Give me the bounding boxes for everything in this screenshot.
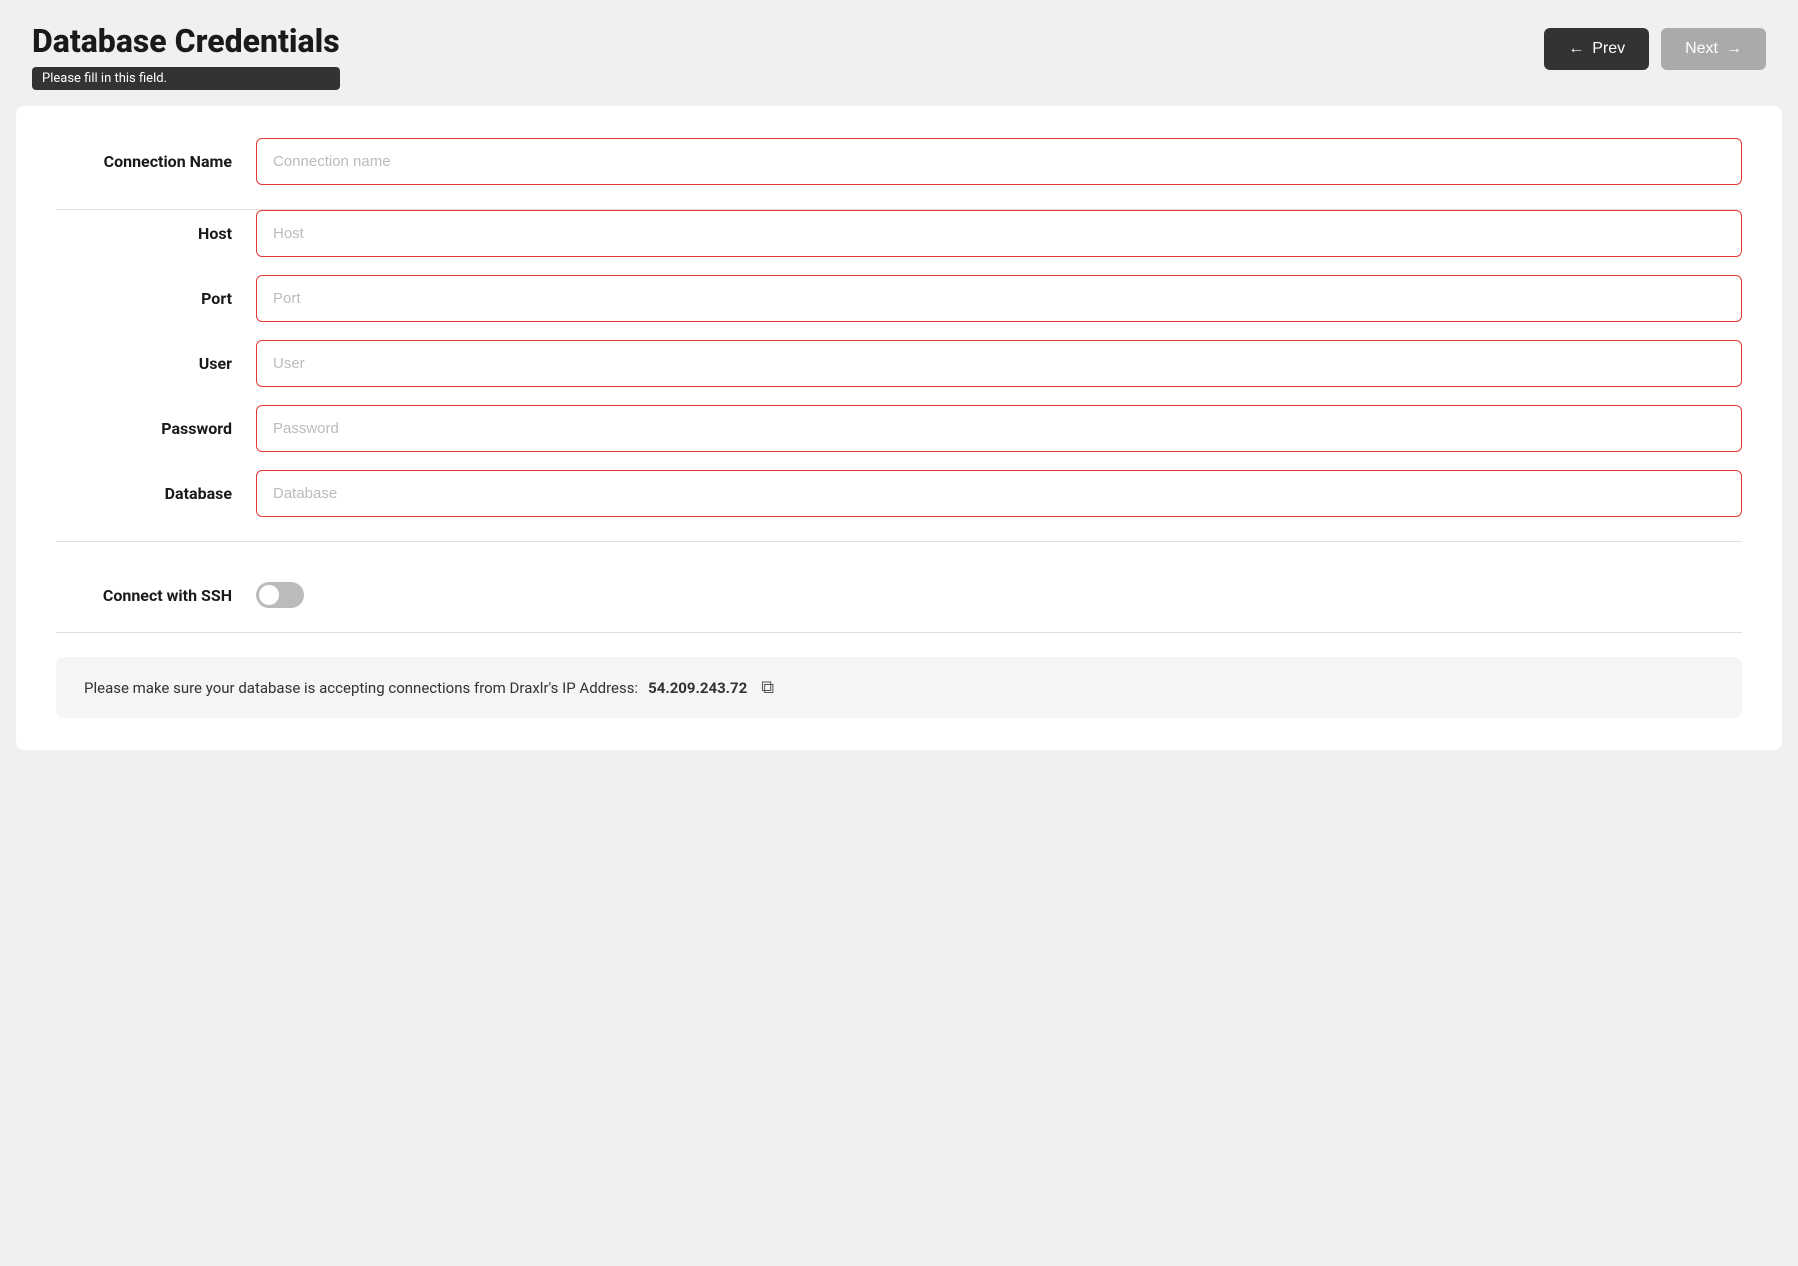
database-label: Database xyxy=(56,484,256,503)
user-row: User xyxy=(56,340,1742,387)
page-wrapper: Database Credentials Please fill in this… xyxy=(0,0,1798,1266)
user-label: User xyxy=(56,354,256,373)
ssh-toggle[interactable] xyxy=(256,582,304,608)
ip-address: 54.209.243.72 xyxy=(648,679,747,697)
port-input[interactable] xyxy=(256,275,1742,322)
toggle-slider xyxy=(256,582,304,608)
prev-button[interactable]: ← Prev xyxy=(1544,28,1649,70)
next-arrow-icon: → xyxy=(1726,40,1742,58)
password-row: Password xyxy=(56,405,1742,452)
port-row: Port xyxy=(56,275,1742,322)
header: Database Credentials Please fill in this… xyxy=(0,0,1798,106)
password-input[interactable] xyxy=(256,405,1742,452)
host-input[interactable] xyxy=(256,210,1742,257)
user-input[interactable] xyxy=(256,340,1742,387)
ssh-label: Connect with SSH xyxy=(56,586,256,605)
validation-tooltip: Please fill in this field. xyxy=(32,67,340,90)
connection-name-label: Connection Name xyxy=(56,152,256,171)
connection-name-section: Connection Name xyxy=(56,138,1742,210)
host-row: Host xyxy=(56,210,1742,257)
copy-icon[interactable]: ⧉ xyxy=(761,677,774,698)
password-label: Password xyxy=(56,419,256,438)
ip-notice: Please make sure your database is accept… xyxy=(56,657,1742,718)
port-label: Port xyxy=(56,289,256,308)
main-content: Connection Name Host Port User Password xyxy=(16,106,1782,750)
connection-name-row: Connection Name xyxy=(56,138,1742,185)
next-button[interactable]: Next → xyxy=(1661,28,1766,70)
page-title: Database Credentials xyxy=(32,24,340,59)
host-label: Host xyxy=(56,224,256,243)
next-button-label: Next xyxy=(1685,40,1718,58)
database-input[interactable] xyxy=(256,470,1742,517)
header-left: Database Credentials Please fill in this… xyxy=(32,24,340,90)
prev-button-label: Prev xyxy=(1592,40,1625,58)
database-row: Database xyxy=(56,470,1742,517)
prev-arrow-icon: ← xyxy=(1568,40,1584,58)
ssh-section: Connect with SSH xyxy=(56,566,1742,633)
credentials-section: Host Port User Password Database xyxy=(56,210,1742,542)
ip-notice-text-before: Please make sure your database is accept… xyxy=(84,679,638,697)
header-buttons: ← Prev Next → xyxy=(1544,24,1766,70)
connection-name-input[interactable] xyxy=(256,138,1742,185)
